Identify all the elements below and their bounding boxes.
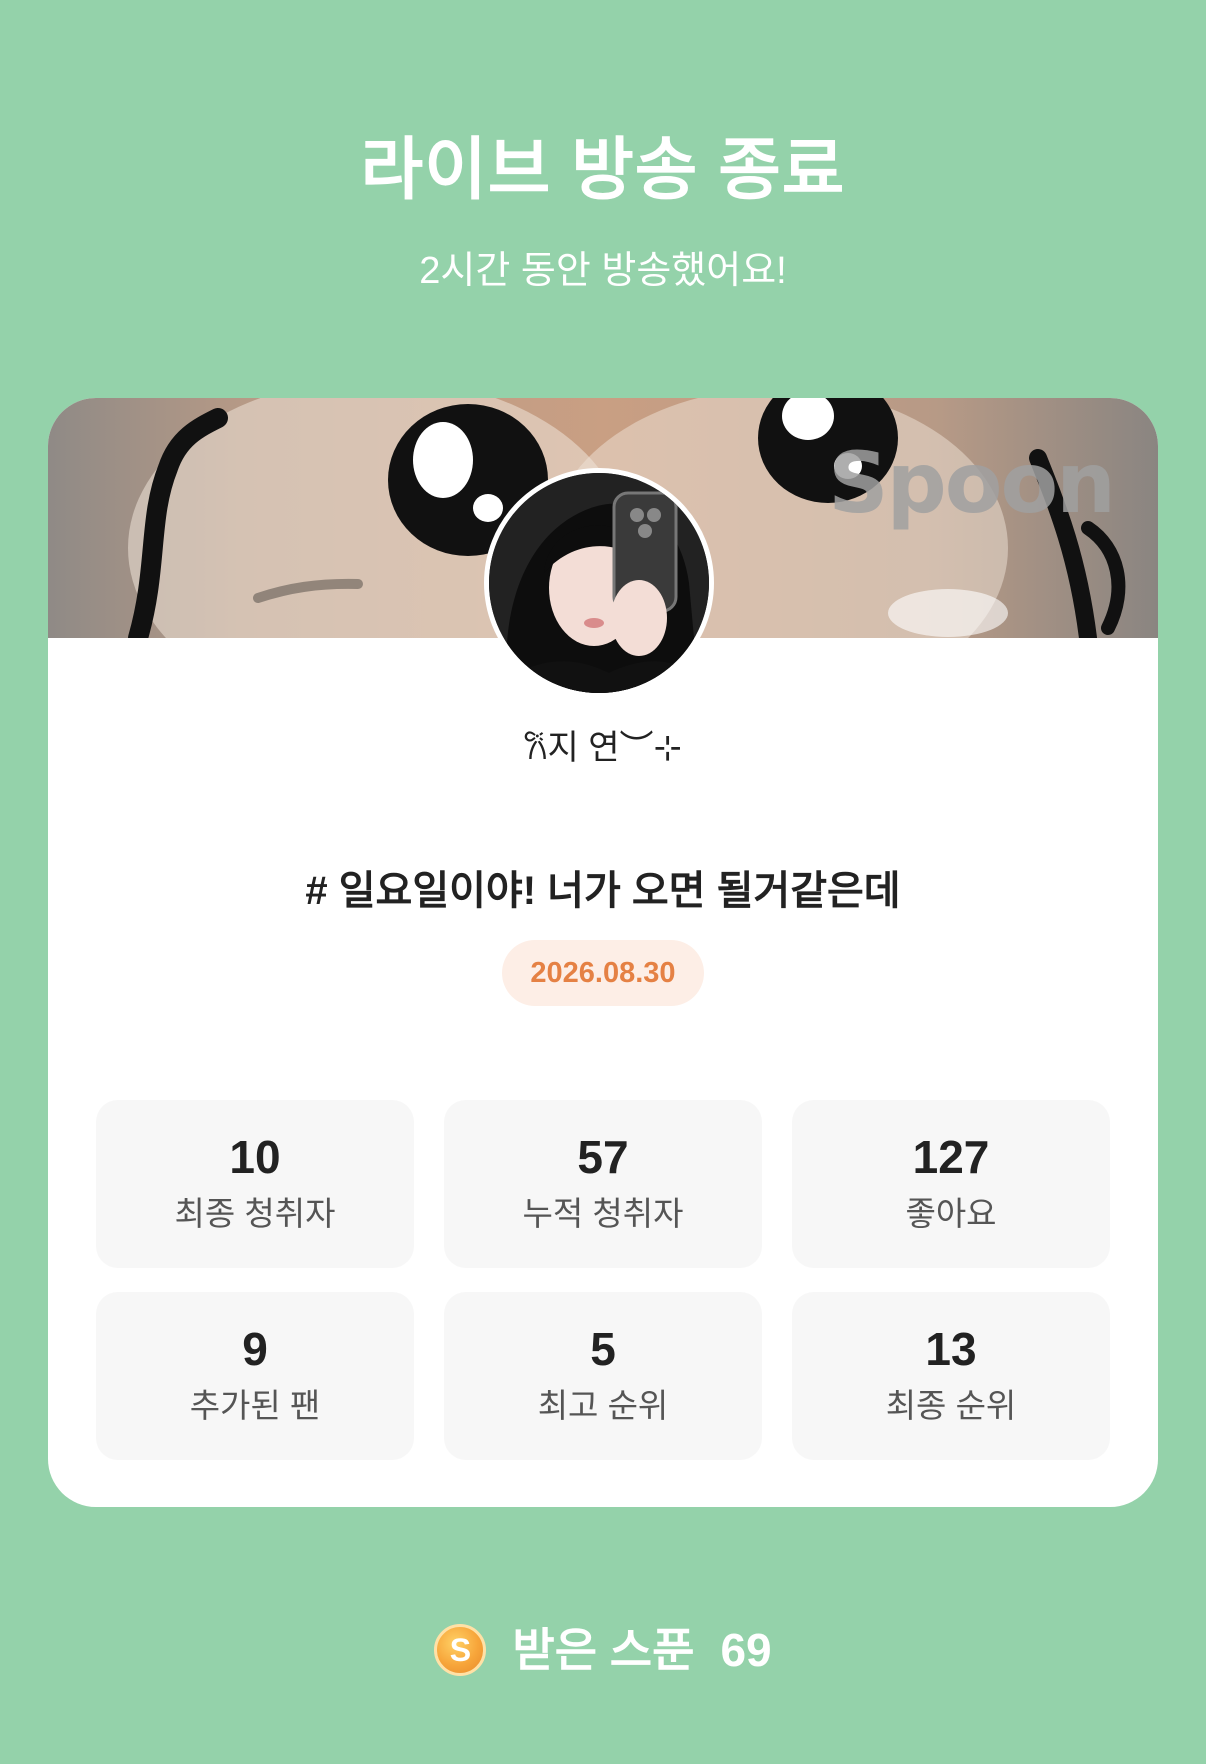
received-spoons: S 받은 스푼 69 xyxy=(0,1620,1206,1680)
avatar[interactable] xyxy=(484,468,714,698)
stat-value: 5 xyxy=(590,1323,616,1375)
stat-final-rank: 13 최종 순위 xyxy=(792,1292,1110,1460)
stat-total-listeners: 57 누적 청취자 xyxy=(444,1100,762,1268)
stat-value: 9 xyxy=(242,1323,268,1375)
stat-final-listeners: 10 최종 청취자 xyxy=(96,1100,414,1268)
received-spoons-label: 받은 스푼 xyxy=(512,1624,695,1676)
spoon-coin-icon: S xyxy=(434,1623,487,1676)
broadcast-date-badge: 2026.08.30 xyxy=(502,940,704,1006)
profile-photo xyxy=(489,473,709,693)
stat-label: 최종 순위 xyxy=(885,1387,1017,1424)
stat-label: 최종 청취자 xyxy=(174,1195,336,1232)
stats-grid: 10 최종 청취자 57 누적 청취자 127 좋아요 9 추가된 팬 5 최고… xyxy=(96,1100,1110,1460)
spoon-watermark: Spoon xyxy=(828,434,1116,532)
header: 라이브 방송 종료 2시간 동안 방송했어요! xyxy=(0,130,1206,294)
stat-value: 13 xyxy=(925,1323,977,1375)
stat-label: 추가된 팬 xyxy=(189,1387,321,1424)
stat-label: 최고 순위 xyxy=(537,1387,669,1424)
broadcast-duration: 2시간 동안 방송했어요! xyxy=(419,250,787,292)
stat-label: 좋아요 xyxy=(905,1195,997,1232)
stat-new-fans: 9 추가된 팬 xyxy=(96,1292,414,1460)
coin-letter: S xyxy=(449,1631,472,1668)
streamer-nickname: 𐙚지 연︶⊹ xyxy=(523,729,683,767)
received-spoons-value: 69 xyxy=(720,1624,772,1676)
stat-value: 127 xyxy=(912,1131,990,1183)
stat-likes: 127 좋아요 xyxy=(792,1100,1110,1268)
stat-label: 누적 청취자 xyxy=(522,1195,684,1232)
stat-best-rank: 5 최고 순위 xyxy=(444,1292,762,1460)
page-title: 라이브 방송 종료 xyxy=(360,132,846,208)
broadcast-title: # 일요일이야! 너가 오면 될거같은데 xyxy=(305,869,901,913)
broadcast-summary-card: Spoon 𐙚지 연︶⊹ # 일요일이야! 너가 오면 될거같은데 2026.0… xyxy=(48,398,1158,1507)
stat-value: 57 xyxy=(577,1131,629,1183)
stat-value: 10 xyxy=(229,1131,281,1183)
